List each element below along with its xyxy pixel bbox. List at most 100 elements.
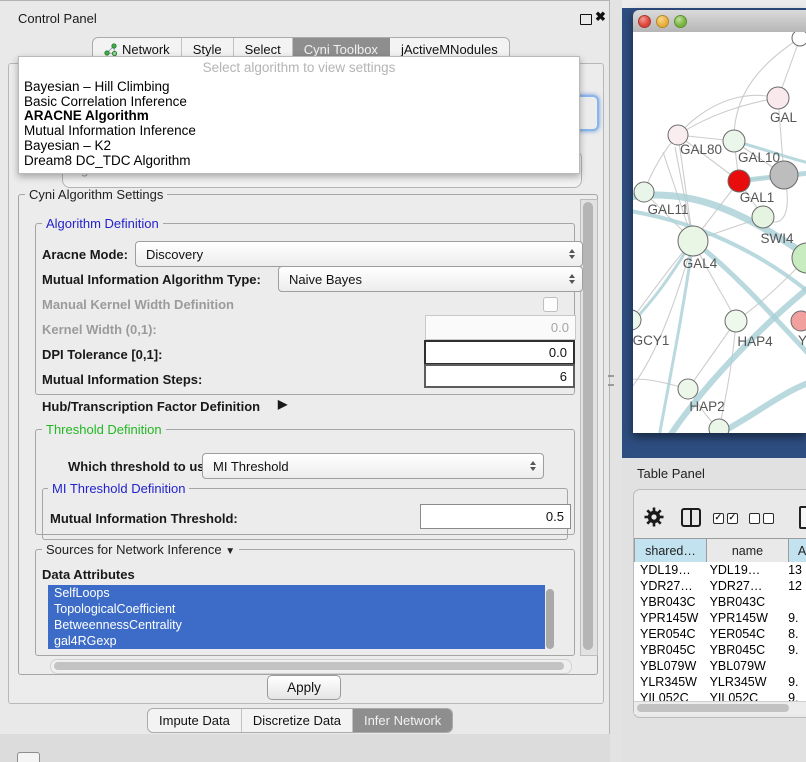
algorithm-option[interactable]: Bayesian – Hill Climbing (24, 80, 574, 95)
table-cell: 9. (782, 643, 806, 657)
dpi-tolerance-input[interactable]: 0.0 (424, 340, 575, 365)
hub-definition-label[interactable]: Hub/Transcription Factor Definition (42, 399, 260, 414)
manual-kernel-width-checkbox[interactable] (543, 297, 558, 312)
algorithm-option[interactable]: Mutual Information Inference (24, 124, 574, 139)
table-cell: 8. (782, 627, 806, 641)
mi-steps-input[interactable]: 6 (424, 364, 575, 388)
table-cell: YDL19… (634, 563, 704, 577)
checked-box-icon[interactable] (727, 513, 738, 524)
algorithm-option[interactable]: Dream8 DC_TDC Algorithm (24, 154, 574, 169)
table-row[interactable]: YBL079WYBL079W (634, 658, 806, 674)
aracne-mode-value: Discovery (146, 247, 203, 262)
node-label: GAL4 (683, 256, 718, 271)
minimize-traffic-light-icon[interactable] (656, 15, 669, 28)
data-attributes-label: Data Attributes (42, 567, 135, 582)
tab-infer-network[interactable]: Infer Network (353, 709, 452, 732)
network-window-titlebar[interactable] (633, 10, 806, 33)
table-cell: YBL079W (634, 659, 704, 673)
table-row[interactable]: YIL052CYIL052C9. (634, 690, 806, 701)
table-cell: YBR045C (634, 643, 704, 657)
unchecked-box-icon[interactable] (749, 513, 760, 524)
stepper-arrows-icon (530, 461, 536, 471)
divider-handle-icon[interactable] (608, 375, 614, 386)
attribute-item[interactable]: gal4RGexp (48, 633, 545, 649)
network-node[interactable] (791, 311, 806, 331)
tab-impute-data[interactable]: Impute Data (148, 709, 242, 732)
table-cell: YBR043C (704, 595, 783, 609)
algorithm-popup-list: Bayesian – Hill ClimbingBasic Correlatio… (24, 80, 574, 168)
table-cell: 9. (782, 691, 806, 701)
zoom-traffic-light-icon[interactable] (674, 15, 687, 28)
mi-algorithm-type-label: Mutual Information Algorithm Type: (42, 272, 261, 287)
manual-kernel-width-label: Manual Kernel Width Definition (42, 297, 234, 312)
aracne-mode-select[interactable]: Discovery (135, 241, 583, 267)
attribute-item[interactable]: SelfLoops (48, 585, 545, 601)
network-node[interactable] (678, 379, 698, 399)
unchecked-box-icon[interactable] (763, 513, 774, 524)
settings-group-title: Cyni Algorithm Settings (25, 187, 167, 202)
table-row[interactable]: YPR145WYPR145W9. (634, 610, 806, 626)
table-row[interactable]: YBR045CYBR045C9. (634, 642, 806, 658)
table-row[interactable]: YER054CYER054C8. (634, 626, 806, 642)
mi-algorithm-type-select[interactable]: Naive Bayes (278, 266, 583, 292)
kernel-width-input[interactable]: 0.0 (425, 315, 576, 340)
table-cell: YER054C (634, 627, 704, 641)
table-row[interactable]: YLR345WYLR345W9. (634, 674, 806, 690)
float-window-icon[interactable] (580, 14, 592, 25)
close-icon[interactable]: ✖ (595, 9, 606, 25)
network-node[interactable] (678, 226, 708, 256)
close-traffic-light-icon[interactable] (638, 15, 651, 28)
application-root: Control Panel ✖ NetworkStyleSelectCyni T… (0, 0, 806, 762)
table-row[interactable]: YBR043CYBR043C (634, 594, 806, 610)
top-strip (622, 0, 806, 8)
data-attributes-list[interactable]: SelfLoopsTopologicalCoefficientBetweenne… (48, 585, 545, 649)
expand-arrow-icon[interactable]: ▶ (278, 397, 287, 411)
mi-steps-label: Mutual Information Steps: (42, 372, 202, 387)
settings-horizontal-scrollbar[interactable] (50, 659, 572, 674)
network-window: GALGAL80GAL10GAL1GAL11SWI4GAL4GCY1HAP4YH… (633, 10, 806, 433)
network-node[interactable] (634, 182, 654, 202)
which-threshold-select[interactable]: MI Threshold (202, 453, 544, 479)
split-columns-icon[interactable] (681, 508, 701, 527)
network-node[interactable] (767, 87, 789, 109)
table-panel-title: Table Panel (637, 466, 705, 481)
network-node[interactable] (752, 206, 774, 228)
attribute-item[interactable]: TopologicalCoefficient (48, 601, 545, 617)
collapse-arrow-icon[interactable]: ▼ (225, 546, 235, 557)
table-cell: YLR345W (704, 675, 783, 689)
table-row[interactable]: YDR27…YDR27…12 (634, 578, 806, 594)
document-icon[interactable] (799, 506, 806, 529)
algorithm-option[interactable]: Basic Correlation Inference (24, 95, 574, 110)
scrollbar-thumb[interactable] (54, 662, 564, 670)
algorithm-option[interactable]: ARACNE Algorithm (24, 109, 574, 124)
mi-threshold-input[interactable]: 0.5 (420, 504, 571, 529)
bottom-tab-bar: Impute DataDiscretize DataInfer Network (147, 708, 453, 733)
network-node[interactable] (728, 170, 750, 192)
panel-title: Control Panel (18, 11, 97, 26)
sources-group-title[interactable]: Sources for Network Inference ▼ (42, 542, 239, 557)
column-header[interactable]: shared… (635, 539, 707, 562)
tab-discretize-data[interactable]: Discretize Data (242, 709, 353, 732)
threshold-definition-title: Threshold Definition (42, 422, 166, 437)
gear-icon[interactable] (644, 507, 664, 532)
algorithm-option[interactable]: Bayesian – K2 (24, 139, 574, 154)
table-horizontal-scrollbar[interactable] (634, 701, 806, 714)
network-canvas-svg: GALGAL80GAL10GAL1GAL11SWI4GAL4GCY1HAP4YH… (633, 32, 806, 433)
apply-button[interactable]: Apply (267, 675, 341, 700)
checked-box-icon[interactable] (713, 513, 724, 524)
table-row[interactable]: YDL19…YDL19…13 (634, 562, 806, 578)
minimized-panel-icon[interactable] (17, 752, 40, 762)
network-node[interactable] (770, 161, 798, 189)
tab-label: Network (122, 42, 170, 57)
network-node[interactable] (725, 310, 747, 332)
column-header[interactable]: A (789, 539, 806, 562)
network-canvas[interactable]: GALGAL80GAL10GAL1GAL11SWI4GAL4GCY1HAP4YH… (633, 32, 806, 433)
list-scrollbar-thumb[interactable] (546, 589, 554, 649)
network-node[interactable] (723, 130, 745, 152)
scrollbar-thumb[interactable] (637, 704, 789, 712)
scrollbar-thumb[interactable] (583, 202, 593, 650)
attribute-item[interactable]: BetweennessCentrality (48, 617, 545, 633)
column-header[interactable]: name (707, 539, 789, 562)
network-node[interactable] (792, 32, 806, 46)
table-cell: 9. (782, 675, 806, 689)
